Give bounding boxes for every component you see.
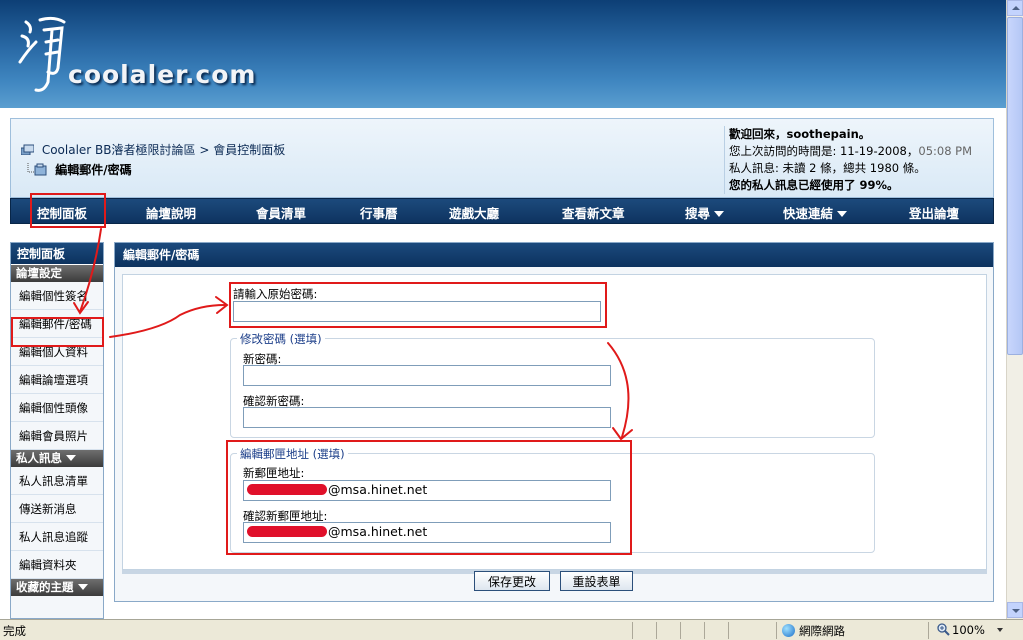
- sidebar-item-pm-list[interactable]: 私人訊息清單: [11, 467, 103, 495]
- forum-info-bar: Coolaler BB濬者極限討論區 > 會員控制面板 編輯郵件/密碼 歡迎回來…: [10, 118, 994, 198]
- status-divider: [728, 622, 729, 639]
- main-nav-bar: 控制面板 論壇說明 會員清單 行事曆 遊戲大廳 查看新文章 搜尋 快速連結 登出…: [10, 198, 994, 224]
- status-divider: [656, 622, 657, 639]
- pm-status[interactable]: 私人訊息: 未讀 2 條，總共 1980 條。: [729, 160, 992, 177]
- status-divider: [776, 622, 777, 639]
- sidebar-section-settings: 論壇設定: [11, 265, 103, 282]
- dropdown-caret-icon: [837, 211, 848, 217]
- nav-forum-help[interactable]: 論壇說明: [146, 203, 196, 222]
- scroll-down-button[interactable]: [1007, 602, 1023, 618]
- panel-header: 編輯郵件/密碼: [115, 243, 993, 267]
- scroll-thumb[interactable]: [1007, 17, 1023, 355]
- sidebar-item-edit-signature[interactable]: 編輯個性簽名: [11, 282, 103, 310]
- sidebar-section-pm[interactable]: 私人訊息: [11, 450, 103, 467]
- sidebar-header[interactable]: 控制面板: [11, 243, 103, 265]
- sidebar-item-edit-photo[interactable]: 編輯會員照片: [11, 422, 103, 450]
- new-password-input[interactable]: [243, 365, 611, 386]
- browser-viewport: coolaler.com Coolaler BB濬者極限討論區 > 會員控制面板…: [0, 0, 1006, 619]
- zoom-level: 100%: [952, 623, 985, 637]
- vertical-scrollbar[interactable]: [1006, 0, 1023, 619]
- annotation-box-current-password: [229, 282, 607, 328]
- sidebar-item-send-message[interactable]: 傳送新消息: [11, 495, 103, 523]
- nav-search-label: 搜尋: [685, 206, 711, 221]
- magnifier-icon: [937, 623, 950, 636]
- security-zone[interactable]: 網際網路: [782, 623, 845, 639]
- nav-logout[interactable]: 登出論壇: [909, 203, 959, 222]
- form-footer-bar: [122, 570, 987, 574]
- last-visit: 您上次訪問的時間是: 11-19-2008，05:08 PM: [729, 143, 992, 160]
- breadcrumb-control-panel-link[interactable]: 會員控制面板: [213, 143, 285, 157]
- subfolder-icon: [27, 163, 47, 176]
- nav-quick-links[interactable]: 快速連結: [783, 203, 848, 222]
- arrow-up-icon: [1012, 6, 1020, 10]
- nav-member-list[interactable]: 會員清單: [256, 203, 306, 222]
- reset-form-button[interactable]: 重設表單: [560, 571, 633, 591]
- calligraphy-logo-icon: [18, 16, 66, 92]
- change-password-legend: 修改密碼 (選填): [237, 331, 325, 347]
- save-changes-button[interactable]: 保存更改: [474, 571, 550, 591]
- zoom-control[interactable]: 100%: [937, 623, 1003, 637]
- nav-search[interactable]: 搜尋: [685, 203, 725, 222]
- sidebar-section-pm-label: 私人訊息: [16, 451, 62, 465]
- confirm-password-input[interactable]: [243, 407, 611, 428]
- site-banner: coolaler.com: [0, 0, 1006, 108]
- breadcrumb-separator: >: [199, 143, 210, 157]
- sidebar-item-edit-avatar[interactable]: 編輯個性頭像: [11, 394, 103, 422]
- page-title: 編輯郵件/密碼: [55, 163, 132, 177]
- arrow-down-icon: [1012, 609, 1020, 613]
- annotation-box-email: [226, 440, 632, 555]
- breadcrumb-forum-link[interactable]: Coolaler BB濬者極限討論區: [42, 143, 196, 157]
- breadcrumb: Coolaler BB濬者極限討論區 > 會員控制面板: [21, 141, 285, 158]
- dropdown-caret-icon: [714, 211, 725, 217]
- sidebar-section-subscribed-label: 收藏的主題: [16, 580, 74, 594]
- status-text: 完成: [3, 624, 26, 638]
- browser-status-bar: 完成 網際網路 100%: [0, 619, 1023, 640]
- nav-new-posts[interactable]: 查看新文章: [562, 203, 625, 222]
- page-title-row: 編輯郵件/密碼: [27, 161, 132, 178]
- welcome-greeting[interactable]: 歡迎回來，soothepain。: [729, 126, 992, 143]
- security-zone-label: 網際網路: [799, 624, 845, 638]
- last-visit-label: 您上次訪問的時間是: 11-19-2008，: [729, 144, 919, 158]
- sidebar-section-subscribed[interactable]: 收藏的主題: [11, 579, 103, 596]
- dropdown-caret-icon: [66, 455, 76, 461]
- status-divider: [704, 622, 705, 639]
- sidebar-item-edit-folders[interactable]: 編輯資料夾: [11, 551, 103, 579]
- annotation-box-sidebar-item: [11, 317, 104, 347]
- scroll-up-button[interactable]: [1007, 0, 1023, 16]
- control-panel-sidebar: 控制面板 論壇設定 編輯個性簽名 編輯郵件/密碼 編輯個人資料 編輯論壇選項 編…: [10, 242, 104, 619]
- sidebar-item-pm-tracking[interactable]: 私人訊息追蹤: [11, 523, 103, 551]
- sidebar-item-edit-options[interactable]: 編輯論壇選項: [11, 366, 103, 394]
- welcome-box: 歡迎回來，soothepain。 您上次訪問的時間是: 11-19-2008，0…: [724, 126, 992, 194]
- forum-home-icon[interactable]: [21, 144, 34, 155]
- pm-usage: 您的私人訊息已經使用了 99%。: [729, 178, 899, 192]
- nav-game-lobby[interactable]: 遊戲大廳: [449, 203, 499, 222]
- dropdown-caret-icon: [77, 584, 88, 590]
- status-divider: [680, 622, 681, 639]
- last-visit-time: 05:08 PM: [918, 144, 973, 158]
- nav-calendar[interactable]: 行事曆: [360, 203, 398, 222]
- status-divider: [632, 622, 633, 639]
- nav-quick-links-label: 快速連結: [783, 206, 834, 221]
- zoom-dropdown-icon[interactable]: [996, 628, 1003, 632]
- annotation-box-control-panel: [30, 193, 106, 228]
- globe-icon: [782, 624, 795, 637]
- logo-text[interactable]: coolaler.com: [68, 60, 256, 89]
- status-divider: [928, 622, 929, 639]
